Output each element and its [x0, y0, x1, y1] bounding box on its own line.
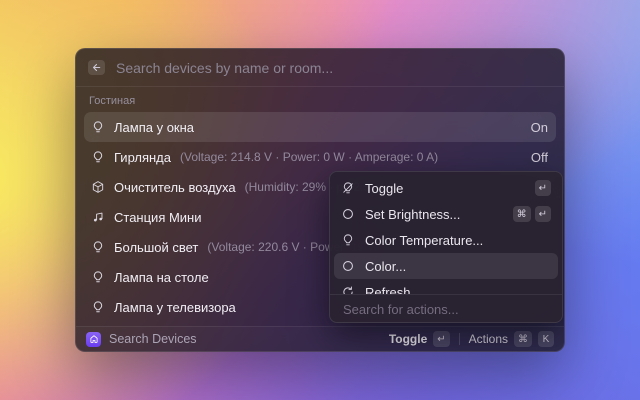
primary-action-label[interactable]: Toggle [389, 332, 427, 346]
lightbulb-off-icon [341, 181, 355, 195]
action-color-temperature[interactable]: Color Temperature... [334, 227, 558, 253]
home-app-icon [86, 331, 101, 347]
lightbulb-icon [91, 120, 105, 134]
device-state: Off [530, 149, 548, 165]
lightbulb-icon [91, 270, 105, 284]
device-title: Лампа у телевизора [114, 299, 236, 315]
status-bar-actions: Toggle ↵ Actions ⌘ K [389, 331, 554, 347]
lightbulb-icon [91, 150, 105, 164]
device-state: On [530, 119, 548, 135]
device-title: Станция Мини [114, 209, 202, 225]
back-button[interactable] [88, 60, 105, 75]
action-label: Set Brightness... [365, 206, 461, 222]
command-key-badge: ⌘ [512, 206, 531, 222]
device-title: Гирлянда [114, 149, 171, 165]
return-key-badge: ↵ [534, 180, 551, 196]
device-row-lampa-u-okna[interactable]: Лампа у окна On [84, 112, 556, 142]
action-label: Toggle [365, 180, 404, 196]
actions-search [330, 295, 562, 322]
lightbulb-icon [91, 300, 105, 314]
actions-popover: Toggle ↵ Set Brightness... ⌘ ↵ Color Tem… [329, 171, 563, 323]
action-label: Refresh [365, 284, 411, 295]
action-label: Color Temperature... [365, 232, 484, 248]
lightbulb-icon [91, 240, 105, 254]
action-label: Color... [365, 258, 407, 274]
return-key-badge: ↵ [433, 331, 450, 347]
action-refresh[interactable]: Refresh [334, 279, 558, 295]
cube-icon [91, 180, 105, 194]
device-title: Лампа у окна [114, 119, 195, 135]
return-key-badge: ↵ [534, 206, 551, 222]
device-title: Большой свет [114, 239, 199, 255]
action-color[interactable]: Color... [334, 253, 558, 279]
circle-icon [341, 207, 355, 221]
actions-list: Toggle ↵ Set Brightness... ⌘ ↵ Color Tem… [330, 172, 562, 295]
search-bar [76, 49, 564, 87]
circle-icon [341, 259, 355, 273]
device-meta: (Voltage: 214.8 V · Power: 0 W · Amperag… [179, 150, 439, 164]
section-header: Гостиная [89, 95, 136, 107]
launcher-window: Гостиная Лампа у окна On Гирлянда (Volta… [75, 48, 565, 352]
search-input[interactable] [116, 59, 552, 76]
status-bar: Search Devices Toggle ↵ Actions ⌘ K [76, 326, 564, 351]
refresh-icon [341, 285, 355, 294]
device-title: Лампа на столе [114, 269, 209, 285]
device-title: Очиститель воздуха [114, 179, 236, 195]
device-row-girlyanda[interactable]: Гирлянда (Voltage: 214.8 V · Power: 0 W … [84, 142, 556, 172]
lightbulb-icon [341, 233, 355, 247]
divider [458, 333, 460, 345]
command-key-badge: ⌘ [514, 331, 532, 347]
actions-search-input[interactable] [343, 301, 549, 317]
app-name: Search Devices [109, 332, 197, 346]
action-shortcut: ↵ [534, 180, 551, 196]
k-key-badge: K [538, 331, 554, 347]
arrow-left-icon [91, 62, 102, 73]
actions-menu-label[interactable]: Actions [469, 332, 508, 346]
action-toggle[interactable]: Toggle ↵ [334, 175, 558, 201]
action-set-brightness[interactable]: Set Brightness... ⌘ ↵ [334, 201, 558, 227]
music-note-icon [91, 210, 105, 224]
action-shortcut: ⌘ ↵ [512, 206, 551, 222]
